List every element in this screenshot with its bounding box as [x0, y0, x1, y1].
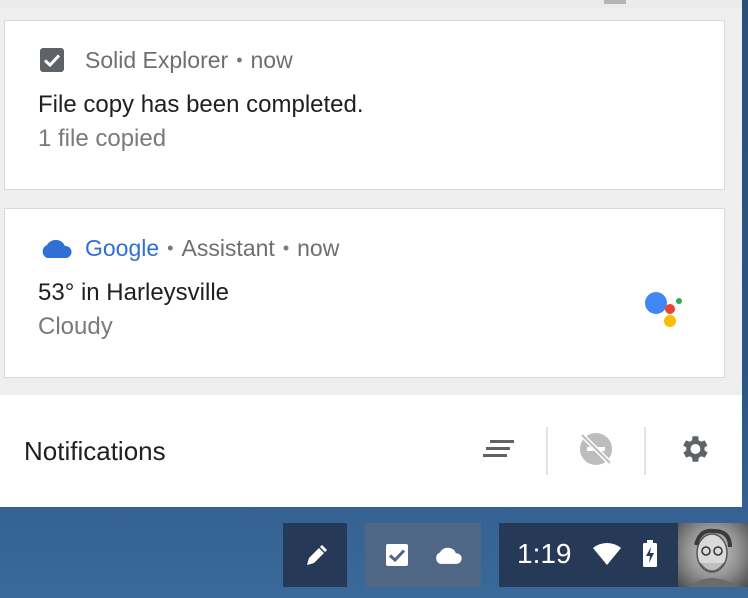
notification-title: 53° in Harleysville: [38, 279, 230, 306]
clock[interactable]: 1:19: [517, 538, 572, 570]
footer-title: Notifications: [24, 436, 166, 466]
app-name: Solid Explorer: [85, 46, 229, 73]
divider: [644, 427, 646, 475]
panel-top-edge: [0, 0, 742, 8]
divider: [546, 427, 548, 475]
do-not-disturb-icon: [578, 431, 614, 472]
do-not-disturb-button[interactable]: [572, 427, 620, 475]
timestamp: now: [297, 234, 340, 261]
stylus-icon: [303, 543, 329, 569]
separator: •: [282, 237, 290, 258]
notification-source: Assistant: [181, 234, 275, 261]
checkbox-icon: [39, 45, 75, 75]
notification-tray-button[interactable]: [365, 523, 481, 587]
avatar[interactable]: [678, 523, 748, 587]
notification-header: Google • Assistant • now: [39, 233, 339, 263]
clear-all-icon: [482, 437, 516, 466]
battery-charging-icon: [642, 540, 658, 568]
timestamp: now: [250, 46, 293, 73]
notification-card-solid-explorer[interactable]: Solid Explorer • now File copy has been …: [4, 20, 725, 190]
gear-icon: [677, 432, 711, 471]
settings-button[interactable]: [670, 427, 718, 475]
notification-center: Solid Explorer • now File copy has been …: [0, 0, 742, 507]
stylus-tools-button[interactable]: [283, 523, 347, 587]
notification-header: Solid Explorer • now: [39, 45, 293, 75]
cloud-icon: [39, 233, 75, 263]
notification-card-google-assistant[interactable]: Google • Assistant • now 53° in Harleysv…: [4, 208, 725, 378]
scrollbar-thumb[interactable]: [604, 0, 626, 4]
notification-message: Cloudy: [38, 313, 113, 340]
checkbox-icon: [385, 543, 409, 567]
notification-center-footer: Notifications: [0, 395, 742, 507]
google-assistant-icon: [640, 289, 688, 329]
cloud-icon: [433, 545, 463, 565]
notification-title: File copy has been completed.: [38, 91, 364, 118]
notification-message: 1 file copied: [38, 125, 167, 152]
separator: •: [236, 49, 243, 70]
separator: •: [167, 237, 174, 258]
clear-all-button[interactable]: [475, 427, 523, 475]
wifi-icon: [592, 542, 622, 566]
app-name: Google: [85, 234, 160, 261]
